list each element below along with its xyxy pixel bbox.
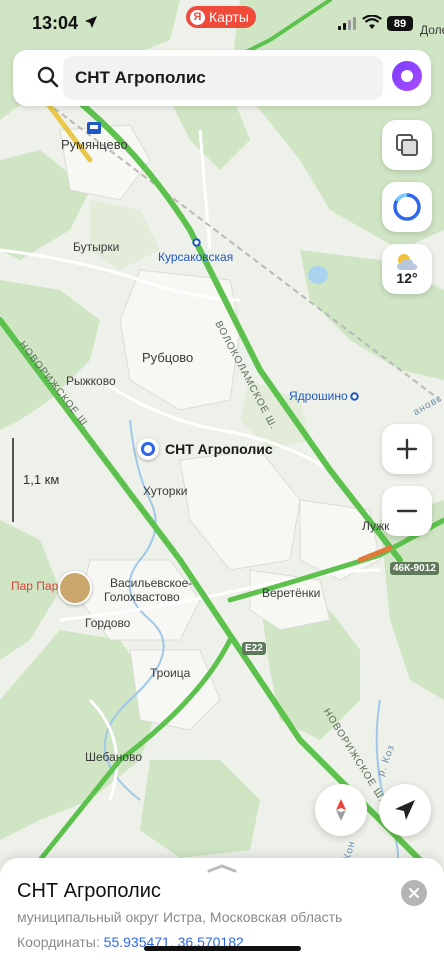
app-brand-pill[interactable]: Я Карты	[186, 6, 256, 28]
poi-photo-marker[interactable]	[58, 571, 92, 605]
station-dot-icon	[192, 238, 201, 247]
alice-assistant-button[interactable]	[382, 182, 432, 232]
place-label-khutorki[interactable]: Хуторки	[143, 484, 187, 498]
selected-location-pin[interactable]	[137, 438, 159, 460]
minus-icon	[396, 509, 418, 513]
station-label-kursakovskaya[interactable]: Курсаковская	[158, 250, 233, 264]
map-scale-label: 1,1 км	[23, 472, 60, 487]
layers-button[interactable]	[382, 120, 432, 170]
plus-icon	[396, 438, 418, 460]
place-label-dole[interactable]: Доле	[420, 23, 444, 37]
place-title: СНТ Агрополис	[17, 880, 161, 902]
search-input[interactable]: СНТ Агрополис	[63, 56, 383, 100]
my-location-button[interactable]	[379, 784, 431, 836]
place-label-rubtsovo[interactable]: Рубцово	[142, 350, 193, 365]
place-label-shebanovo[interactable]: Шебаново	[85, 750, 142, 764]
road-shield-e22: E22	[242, 642, 266, 655]
battery-indicator: 89	[387, 16, 413, 31]
map-scale-bar	[12, 438, 16, 522]
train-station-icon	[87, 122, 101, 134]
layers-icon	[396, 134, 418, 156]
place-label-luzhki[interactable]: Лужк	[362, 519, 389, 533]
alice-voice-icon[interactable]	[392, 61, 422, 91]
navigation-arrow-icon	[395, 800, 415, 820]
zoom-out-button[interactable]	[382, 486, 432, 536]
place-card-sheet[interactable]: СНТ Агрополис муниципальный округ Истра,…	[0, 858, 444, 960]
home-indicator[interactable]	[144, 946, 301, 951]
search-bar[interactable]: СНТ Агрополис	[13, 50, 431, 106]
place-subtitle: муниципальный округ Истра, Московская об…	[17, 909, 343, 925]
pin-label[interactable]: СНТ Агрополис	[165, 441, 273, 457]
place-label-veretenki[interactable]: Веретёнки	[262, 586, 320, 600]
weather-temperature: 12°	[396, 270, 418, 286]
place-label-golokhvastovo[interactable]: Голохвастово	[104, 590, 180, 604]
close-icon	[409, 888, 419, 898]
place-label-rumyantsevo[interactable]: Румянцево	[61, 137, 128, 152]
weather-button[interactable]: 12°	[382, 244, 432, 294]
coordinates-label: Координаты:	[17, 934, 100, 950]
station-dot-icon	[350, 392, 359, 401]
status-bar: 13:04 Я Карты 89	[0, 0, 444, 46]
place-label-vasilevskoe[interactable]: Васильевское-	[110, 576, 192, 590]
wifi-icon	[362, 15, 382, 29]
road-shield-46k: 46К-9012	[390, 562, 439, 575]
search-icon[interactable]	[37, 66, 59, 88]
station-label-yadroshino[interactable]: Ядрошино	[289, 389, 348, 403]
alice-ring-icon	[393, 193, 421, 221]
compass-icon	[336, 799, 346, 821]
zoom-in-button[interactable]	[382, 424, 432, 474]
place-label-butyrki[interactable]: Бутырки	[73, 240, 119, 254]
yandex-logo-icon: Я	[190, 9, 205, 25]
cellular-signal-icon	[338, 17, 356, 30]
place-label-gordovo[interactable]: Гордово	[85, 616, 130, 630]
partly-cloudy-icon	[397, 254, 417, 270]
status-time: 13:04	[32, 13, 79, 33]
chevron-up-icon[interactable]	[206, 863, 238, 873]
place-label-troitsa[interactable]: Троица	[150, 666, 190, 680]
poi-label[interactable]: Пар Пар	[11, 579, 58, 593]
app-name: Карты	[209, 9, 249, 25]
place-label-ryzhkovo[interactable]: Рыжково	[66, 374, 116, 388]
compass-button[interactable]	[315, 784, 367, 836]
close-button[interactable]	[401, 880, 427, 906]
location-arrow-icon	[85, 16, 97, 28]
